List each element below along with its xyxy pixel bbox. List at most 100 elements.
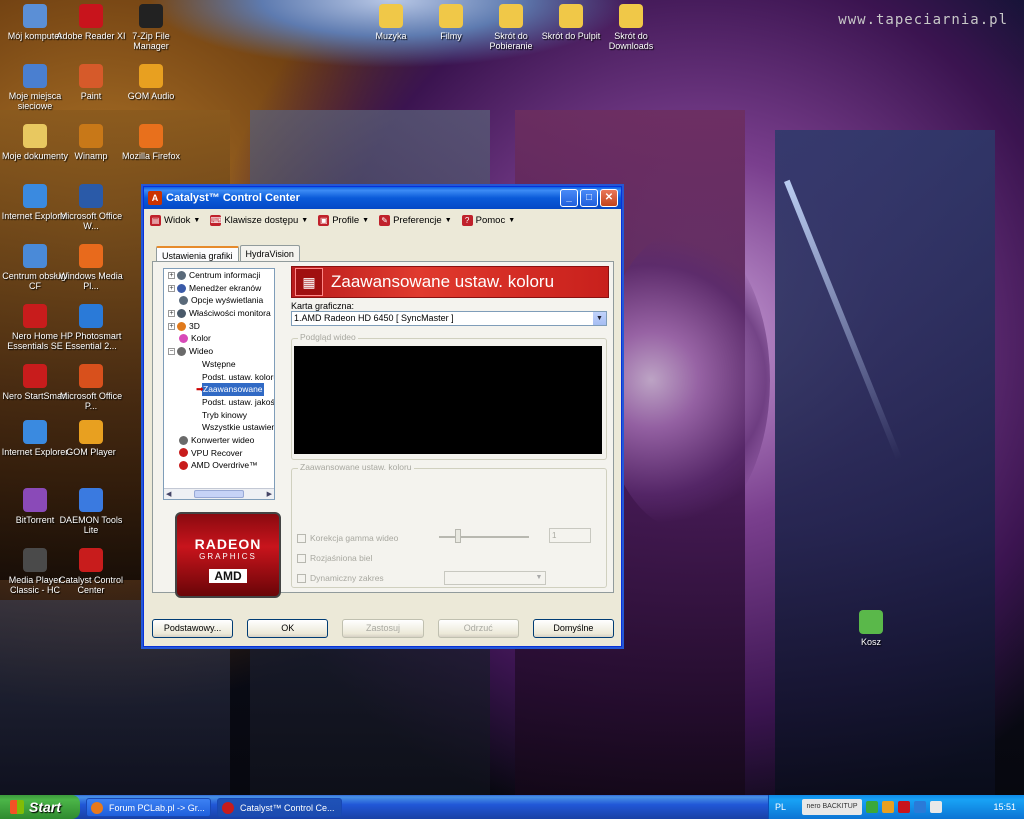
firefox-icon (91, 801, 103, 814)
network-tray-icon[interactable] (866, 801, 879, 813)
desktop-icon[interactable]: Skrót do Downloads (596, 4, 666, 51)
audio-icon (139, 64, 163, 88)
folder-icon (619, 4, 643, 28)
tree-item[interactable]: + Menedżer ekranów (164, 282, 274, 295)
tree-item[interactable]: + Centrum informacji (164, 269, 274, 282)
desktop-icon-label: Media Player Classic - HC (8, 575, 62, 595)
ok-button[interactable]: OK (247, 619, 329, 638)
collapse-icon[interactable]: − (168, 347, 175, 355)
ie-icon (23, 184, 47, 208)
menu-hotkeys[interactable]: ⌨ Klawisze dostępu ▼ (210, 214, 308, 226)
profiles-icon: ▣ (318, 214, 330, 226)
menu-profiles[interactable]: ▣ Profile ▼ (318, 214, 370, 226)
tree-item[interactable]: VPU Recover (164, 447, 274, 460)
tree-item[interactable]: ➡ Zaawansowane (164, 383, 274, 396)
expand-icon[interactable]: + (168, 309, 175, 317)
tree-item-label: Menedżer ekranów (189, 282, 262, 293)
title-bar[interactable]: A Catalyst™ Control Center _ □ ✕ (144, 187, 621, 209)
tree-item[interactable]: + Właściwości monitora (164, 307, 274, 320)
tree-item-label: AMD Overdrive™ (191, 460, 258, 471)
menu-help[interactable]: ? Pomoc ▼ (461, 214, 515, 226)
paint-icon (79, 64, 103, 88)
catalyst-icon (79, 548, 103, 572)
tree-item[interactable]: Konwerter wideo (164, 434, 274, 447)
gamma-slider[interactable] (439, 529, 529, 543)
tree-item[interactable]: − Wideo (164, 345, 274, 358)
desktop-icon[interactable]: Microsoft Office P... (56, 364, 126, 411)
catalyst-tray-icon[interactable] (898, 801, 911, 813)
dropdown-arrow-icon: ▼ (362, 216, 370, 224)
word-icon (79, 184, 103, 208)
chevron-down-icon[interactable]: ▼ (533, 572, 545, 584)
tree-item[interactable]: +3D (164, 320, 274, 333)
page-title: Zaawansowane ustaw. koloru (331, 272, 555, 291)
desktop-icon[interactable]: 7-Zip File Manager (116, 4, 186, 51)
desktop-icon-label: Skrót do Pulpit (541, 31, 601, 41)
tree-item[interactable]: Kolor (164, 332, 274, 345)
start-button[interactable]: Start (0, 795, 80, 819)
desktop-icon[interactable]: Mozilla Firefox (116, 124, 186, 161)
tray-app-icon[interactable] (914, 801, 927, 813)
brightened-white-checkbox[interactable]: Rozjaśniona biel (297, 553, 372, 563)
scroll-thumb[interactable] (194, 490, 244, 498)
tray-app-icon[interactable] (882, 801, 895, 813)
dynamic-range-checkbox[interactable]: Dynamiczny zakres (297, 573, 384, 583)
desktop-icon[interactable]: Microsoft Office W... (56, 184, 126, 231)
minimize-button[interactable]: _ (560, 189, 578, 207)
desktop-icon[interactable]: GOM Audio (116, 64, 186, 101)
preferences-icon: ✎ (379, 214, 391, 226)
clock[interactable]: 15:51 (993, 802, 1016, 812)
tree-item[interactable]: Wszystkie ustawienia (164, 421, 274, 434)
powerpoint-icon (79, 364, 103, 388)
defaults-button[interactable]: Domyślne (532, 619, 615, 638)
chevron-down-icon[interactable]: ▼ (593, 312, 606, 325)
close-button[interactable]: ✕ (600, 189, 618, 207)
horizontal-scrollbar[interactable]: ◀ ▶ (164, 488, 274, 499)
taskbar-item-catalyst[interactable]: Catalyst™ Control Ce... (217, 797, 342, 817)
tree-item-label: Kolor (191, 333, 211, 344)
tree-item-label: Wszystkie ustawienia (202, 422, 275, 433)
desktop-icon-label: Mój komputer (7, 31, 63, 41)
apply-button[interactable]: Zastosuj (342, 619, 424, 638)
tree-item-label: Zaawansowane (202, 383, 264, 396)
tree-node-icon (179, 461, 188, 471)
desktop-icon[interactable]: HP Photosmart Essential 2... (56, 304, 126, 351)
discard-button[interactable]: Odrzuć (437, 619, 519, 638)
tree-item[interactable]: AMD Overdrive™ (164, 459, 274, 472)
desktop-icon[interactable]: GOM Player (56, 420, 126, 457)
desktop-icon[interactable]: Catalyst Control Center (56, 548, 126, 595)
menu-preferences[interactable]: ✎ Preferencje ▼ (379, 214, 452, 226)
graphics-card-select[interactable]: 1.AMD Radeon HD 6450 [ SyncMaster ] ▼ (291, 311, 607, 326)
page-header: ▦ Zaawansowane ustaw. koloru (291, 266, 609, 298)
tree-item[interactable]: Opcje wyświetlania (164, 294, 274, 307)
menu-view[interactable]: ▤ Widok ▼ (150, 214, 200, 226)
hp-icon (79, 304, 103, 328)
maximize-button[interactable]: □ (580, 189, 598, 207)
media-player-icon (79, 244, 103, 268)
taskbar-item-firefox[interactable]: Forum PCLab.pl -> Gr... (86, 797, 211, 817)
tree-item[interactable]: Podst. ustaw. jakości (164, 396, 274, 409)
navigation-tree[interactable]: + Centrum informacji + Menedżer ekranów Opcj… (163, 268, 275, 500)
desktop-icon[interactable]: Kosz (836, 610, 906, 647)
scroll-left-icon[interactable]: ◀ (166, 490, 171, 498)
tree-item[interactable]: Wstępne (164, 358, 274, 371)
volume-icon[interactable] (930, 801, 943, 813)
desktop-icon[interactable]: DAEMON Tools Lite (56, 488, 126, 535)
bittorrent-icon (23, 488, 47, 512)
help-icon: ? (461, 214, 473, 226)
language-indicator[interactable]: PL (775, 802, 786, 812)
gamma-correction-checkbox[interactable]: Korekcja gamma wideo (297, 533, 398, 543)
expand-icon[interactable]: + (168, 271, 175, 279)
desktop-icon[interactable]: Windows Media Pl... (56, 244, 126, 291)
tree-item[interactable]: Podst. ustaw. koloru (164, 371, 274, 384)
basic-button[interactable]: Podstawowy... (152, 619, 234, 638)
gamma-spinbox[interactable]: 1 (549, 528, 591, 543)
nero-backitup-icon[interactable]: nero BACKITUP (802, 799, 863, 815)
expand-icon[interactable]: + (168, 284, 175, 292)
dynamic-range-select[interactable]: ▼ (444, 571, 546, 585)
tree-item[interactable]: Tryb kinowy (164, 409, 274, 422)
daemon-tools-icon (79, 488, 103, 512)
expand-icon[interactable]: + (168, 322, 175, 330)
slider-knob[interactable] (455, 529, 461, 543)
scroll-right-icon[interactable]: ▶ (267, 490, 272, 498)
